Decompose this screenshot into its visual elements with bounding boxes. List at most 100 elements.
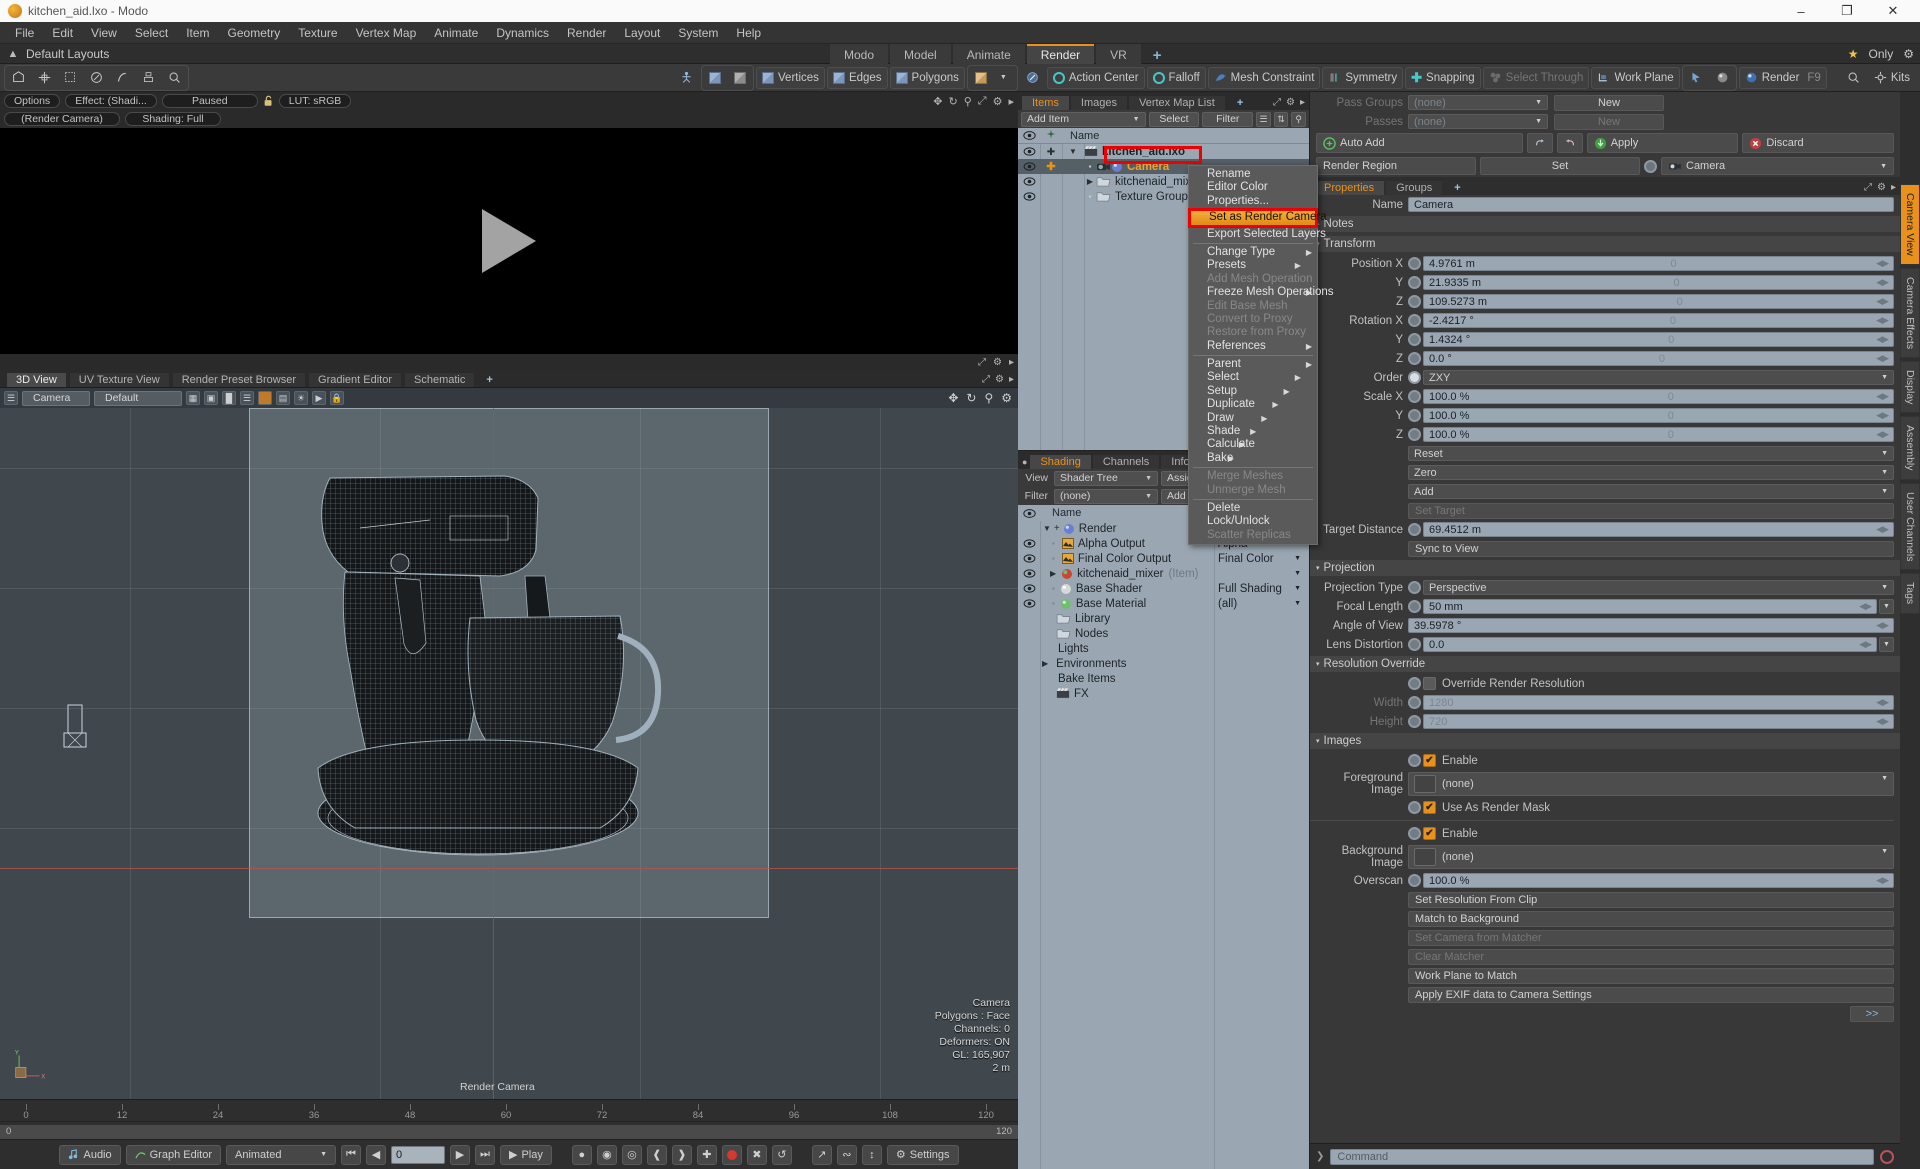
apply-exif-button[interactable]: Apply EXIF data to Camera Settings [1408, 986, 1894, 1003]
gear-icon[interactable]: ⚙ [1903, 47, 1914, 61]
foreground-image-dropdown[interactable]: (none) ▼ [1408, 772, 1894, 796]
preview-footer-gear-icon[interactable]: ⚙ [993, 357, 1002, 368]
notes-section-header[interactable]: ▸Notes [1310, 216, 1900, 232]
mesh-constraint-button[interactable]: Mesh Constraint [1207, 66, 1321, 89]
shader-row-base-shader[interactable]: ▪ Base Shader Full Shading ▼ [1018, 581, 1309, 596]
skip-end-icon[interactable]: ⏭ [475, 1144, 495, 1165]
step-back-icon[interactable]: ◀ [366, 1144, 386, 1165]
tab-add-property-panel[interactable]: + [1444, 181, 1470, 195]
vtab-tags[interactable]: Tags [1900, 573, 1920, 614]
close-button[interactable]: ✕ [1870, 0, 1916, 22]
audio-button[interactable]: Audio [59, 1144, 121, 1165]
items-filter-button[interactable]: Filter [1202, 111, 1254, 127]
vtab-user-channels[interactable]: User Channels [1900, 482, 1920, 571]
shader-row-final-color-output[interactable]: ▪ Final Color Output Final Color ▼ [1018, 551, 1309, 566]
mode-vertices-button[interactable]: Vertices [756, 66, 825, 89]
menu-vertex-map[interactable]: Vertex Map [347, 24, 426, 42]
base-material-effect-chevron-icon[interactable]: ▼ [1294, 600, 1301, 607]
resolution-override-section-header[interactable]: ▾ Resolution Override [1310, 656, 1900, 672]
prev-key-icon[interactable]: ❰ [646, 1144, 667, 1165]
cursor-icon[interactable] [1684, 67, 1709, 89]
preview-shading-dropdown[interactable]: Shading: Full [125, 112, 221, 126]
tab-add-panel-button[interactable]: + [1227, 96, 1253, 110]
alpha-output-visibility-icon[interactable] [1018, 539, 1040, 548]
menu-file[interactable]: File [6, 24, 43, 42]
menu-geometry[interactable]: Geometry [219, 24, 290, 42]
layout-expander-icon[interactable]: ▲ [0, 48, 26, 60]
items-sort-icon[interactable]: ⇅ [1273, 111, 1289, 127]
item-context-menu[interactable]: Rename Editor Color Properties... Set as… [1188, 165, 1334, 546]
items-select-button[interactable]: Select [1148, 111, 1200, 127]
mixer-effect-chevron-icon[interactable]: ▼ [1294, 570, 1301, 577]
sync-to-view-button[interactable]: Sync to View [1408, 540, 1894, 557]
final-color-effect-chevron-icon[interactable]: ▼ [1294, 555, 1301, 562]
render-plus-icon[interactable]: + [1051, 523, 1063, 534]
record-icon[interactable] [1880, 1149, 1894, 1164]
focal-length-channel-dot[interactable] [1408, 600, 1421, 613]
ctx-bake[interactable]: ▶ Bake [1189, 452, 1317, 465]
zero-dropdown[interactable]: Zero ▼ [1408, 465, 1894, 480]
record-button[interactable] [721, 1144, 742, 1165]
position-y-channel-dot[interactable] [1408, 276, 1421, 289]
vtab-camera-view[interactable]: Camera View [1900, 184, 1920, 265]
menu-system[interactable]: System [669, 24, 727, 42]
tab-add-button[interactable]: + [1143, 45, 1172, 64]
scale-y-channel-dot[interactable] [1408, 409, 1421, 422]
base-shader-visibility-icon[interactable] [1018, 584, 1040, 593]
properties-gear-icon[interactable]: ⚙ [1877, 182, 1886, 193]
rotation-y-input[interactable]: 1.4324 ° 0 ◀▶ [1423, 332, 1894, 347]
light-toggle-icon[interactable]: ☀ [294, 391, 308, 405]
add-dropdown[interactable]: Add ▼ [1408, 484, 1894, 499]
search-icon[interactable] [1841, 67, 1866, 89]
tab-modo[interactable]: Modo [830, 43, 889, 64]
timeline[interactable]: 0 12 24 36 48 60 72 84 96 108 120 0 120 [0, 1099, 1018, 1139]
unlock-icon[interactable] [263, 95, 274, 107]
ctx-calculate[interactable]: ▶ Calculate [1189, 438, 1317, 451]
final-color-visibility-icon[interactable] [1018, 554, 1040, 563]
more-button[interactable]: >> [1850, 1005, 1894, 1022]
maximize-button[interactable]: ❐ [1824, 0, 1870, 22]
color-swatch-icon[interactable] [258, 391, 272, 405]
viewport-expand-icon[interactable]: ⤢ [982, 374, 990, 385]
preview-status[interactable]: Paused [161, 94, 258, 108]
auto-add-button[interactable]: Auto Add [1316, 133, 1523, 153]
scale-x-input[interactable]: 100.0 % 0 ◀▶ [1423, 389, 1894, 404]
menu-help[interactable]: Help [727, 24, 770, 42]
preview-footer-expand-icon[interactable]: ⤢ [978, 357, 986, 368]
visibility-toggle-icon[interactable] [1018, 147, 1040, 156]
clone-icon[interactable] [136, 67, 161, 89]
viewport-orbit-icon[interactable]: ↻ [966, 391, 976, 405]
snapping-button[interactable]: ✚ Snapping [1405, 66, 1481, 89]
shader-row-fx[interactable]: FX [1018, 686, 1309, 701]
camera-add-icon[interactable]: ✚ [1040, 160, 1062, 173]
discard-button[interactable]: Discard [1742, 133, 1894, 153]
tab-animate[interactable]: Animate [952, 43, 1025, 64]
lens-distortion-input[interactable]: 0.0 ◀▶ [1423, 637, 1877, 652]
items-list-options-icon[interactable]: ☰ [1256, 111, 1271, 127]
item-cube-icon[interactable] [703, 67, 727, 89]
scale-x-channel-dot[interactable] [1408, 390, 1421, 403]
tab-vertex-map-list[interactable]: Vertex Map List [1128, 96, 1225, 110]
viewport-settings-gear-icon[interactable]: ⚙ [1001, 391, 1012, 405]
preview-effect-dropdown[interactable]: Effect: (Shadi... [65, 94, 157, 108]
curve-step-icon[interactable]: ↕ [861, 1144, 882, 1165]
menu-texture[interactable]: Texture [289, 24, 346, 42]
pass-undo-icon[interactable] [1526, 133, 1553, 153]
ctx-select[interactable]: ▶ Select [1189, 371, 1317, 384]
select-rect-icon[interactable] [58, 67, 83, 89]
focal-length-input[interactable]: 50 mm ◀▶ [1423, 599, 1877, 614]
polygon-cube-icon[interactable] [728, 67, 752, 89]
texture-toggle-icon[interactable]: ☰ [240, 391, 254, 405]
work-plane-to-match-button[interactable]: Work Plane to Match [1408, 967, 1894, 984]
preview-footer-chevron-icon[interactable]: ▸ [1009, 357, 1014, 368]
position-z-input[interactable]: 109.5273 m 0 ◀▶ [1423, 294, 1894, 309]
scene-add-icon[interactable]: ✚ [1040, 146, 1062, 158]
viewport-menu-icon[interactable]: ☰ [4, 391, 18, 405]
tab-shading[interactable]: Shading [1030, 455, 1091, 469]
viewport-gear-icon[interactable]: ⚙ [995, 374, 1004, 385]
curve-bezier-icon[interactable]: ∾ [836, 1144, 857, 1165]
properties-chevron-icon[interactable]: ▸ [1891, 182, 1896, 193]
menu-view[interactable]: View [82, 24, 126, 42]
vtab-assembly[interactable]: Assembly [1900, 416, 1920, 480]
render-preview-icon[interactable] [1710, 67, 1735, 89]
